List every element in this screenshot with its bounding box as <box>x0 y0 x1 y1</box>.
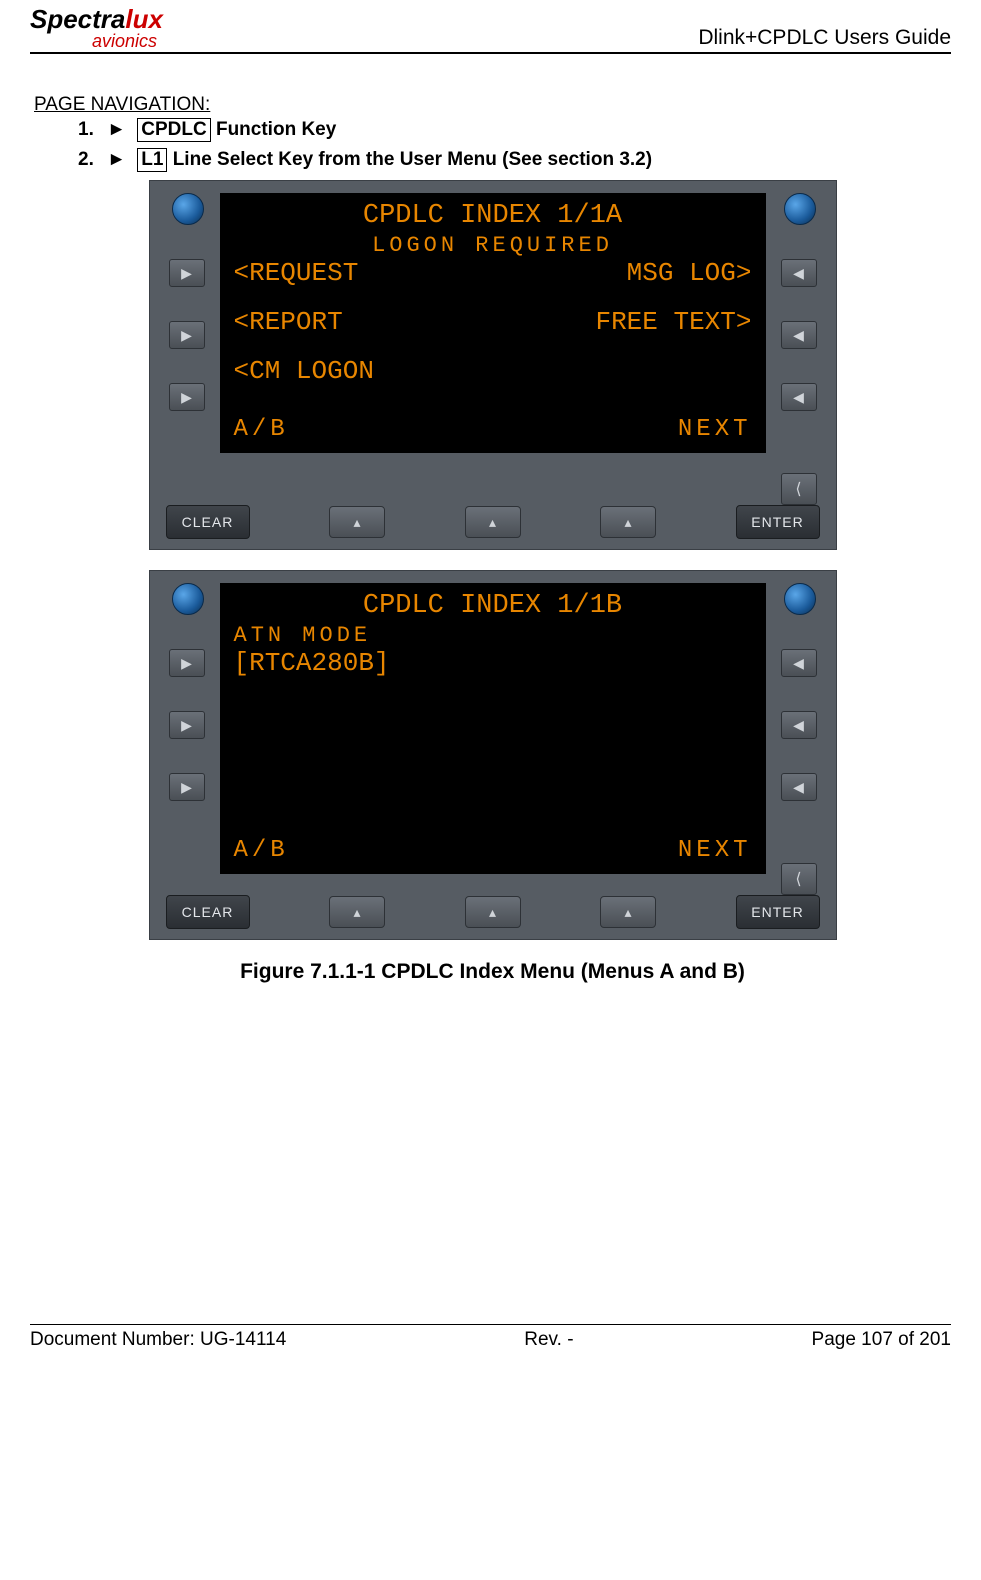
clear-button[interactable]: CLEAR <box>166 895 250 929</box>
l1-key-box: L1 <box>137 148 167 172</box>
rocker-2[interactable]: ▴ <box>465 506 521 538</box>
logo: Spectralux avionics <box>30 6 163 50</box>
cpdlc-key-box: CPDLC <box>137 118 210 142</box>
screen-title: CPDLC INDEX 1/1B <box>234 591 752 621</box>
lsk-l3[interactable]: ▶ <box>169 383 205 411</box>
rocker-1[interactable]: ▴ <box>329 506 385 538</box>
lsk-r3[interactable]: ◀ <box>781 383 817 411</box>
cue-light-icon <box>784 193 816 225</box>
footer-next: NEXT <box>678 416 752 443</box>
rocker-2[interactable]: ▴ <box>465 896 521 928</box>
lsk-label-report: <REPORT <box>234 307 343 338</box>
cue-light-icon <box>172 583 204 615</box>
rocker-3[interactable]: ▴ <box>600 506 656 538</box>
footer-docnum: Document Number: UG-14114 <box>30 1329 286 1351</box>
footer-ab: A/B <box>234 416 289 443</box>
screen-a: CPDLC INDEX 1/1A LOGON REQUIRED <REQUEST… <box>220 193 766 453</box>
figure-caption: Figure 7.1.1-1 CPDLC Index Menu (Menus A… <box>34 960 951 984</box>
footer-page: Page 107 of 201 <box>812 1329 951 1351</box>
footer-rev: Rev. - <box>524 1329 573 1351</box>
lsk-l1[interactable]: ▶ <box>169 259 205 287</box>
logo-sub: avionics <box>30 32 163 50</box>
cue-light-icon <box>784 583 816 615</box>
doc-title: Dlink+CPDLC Users Guide <box>698 26 951 50</box>
play-arrow-icon: ► <box>107 149 126 171</box>
lsk-label-cmlogon: <CM LOGON <box>234 356 374 387</box>
screen-subtitle: LOGON REQUIRED <box>234 233 752 258</box>
lsk-r1[interactable]: ◀ <box>781 259 817 287</box>
back-button[interactable]: ⟨ <box>781 863 817 895</box>
play-arrow-icon: ► <box>107 119 126 141</box>
footer-ab: A/B <box>234 837 289 864</box>
lsk-r1[interactable]: ◀ <box>781 649 817 677</box>
lsk-label-msglog: MSG LOG> <box>627 258 752 289</box>
lsk-r3[interactable]: ◀ <box>781 773 817 801</box>
screen-subtitle: ATN MODE <box>234 623 752 648</box>
lsk-l1[interactable]: ▶ <box>169 649 205 677</box>
clear-button[interactable]: CLEAR <box>166 505 250 539</box>
lsk-r2[interactable]: ◀ <box>781 321 817 349</box>
screen-b: CPDLC INDEX 1/1B ATN MODE [RTCA280B] A/B… <box>220 583 766 874</box>
screen-title: CPDLC INDEX 1/1A <box>234 201 752 231</box>
lsk-l3[interactable]: ▶ <box>169 773 205 801</box>
enter-button[interactable]: ENTER <box>736 895 820 929</box>
lsk-r2[interactable]: ◀ <box>781 711 817 739</box>
lsk-l2[interactable]: ▶ <box>169 711 205 739</box>
rocker-3[interactable]: ▴ <box>600 896 656 928</box>
lsk-label-freetext: FREE TEXT> <box>595 307 751 338</box>
logo-red: lux <box>125 4 163 34</box>
cue-light-icon <box>172 193 204 225</box>
mcdu-device-a: ▶ ▶ ▶ CPDLC INDEX 1/1A LOGON REQUIRED <R… <box>149 180 837 550</box>
nav-heading: PAGE NAVIGATION: <box>34 94 951 116</box>
lsk-l2[interactable]: ▶ <box>169 321 205 349</box>
lsk-label-request: <REQUEST <box>234 258 359 289</box>
footer-next: NEXT <box>678 837 752 864</box>
logo-black: Spectra <box>30 4 125 34</box>
back-button[interactable]: ⟨ <box>781 473 817 505</box>
nav-item-1: 1. ► CPDLC Function Key <box>78 118 951 142</box>
nav-item-2: 2. ► L1 Line Select Key from the User Me… <box>78 148 951 172</box>
enter-button[interactable]: ENTER <box>736 505 820 539</box>
rocker-1[interactable]: ▴ <box>329 896 385 928</box>
lsk-label-atnmode: [RTCA280B] <box>234 648 390 679</box>
mcdu-device-b: ▶ ▶ ▶ CPDLC INDEX 1/1B ATN MODE [RTCA280… <box>149 570 837 940</box>
